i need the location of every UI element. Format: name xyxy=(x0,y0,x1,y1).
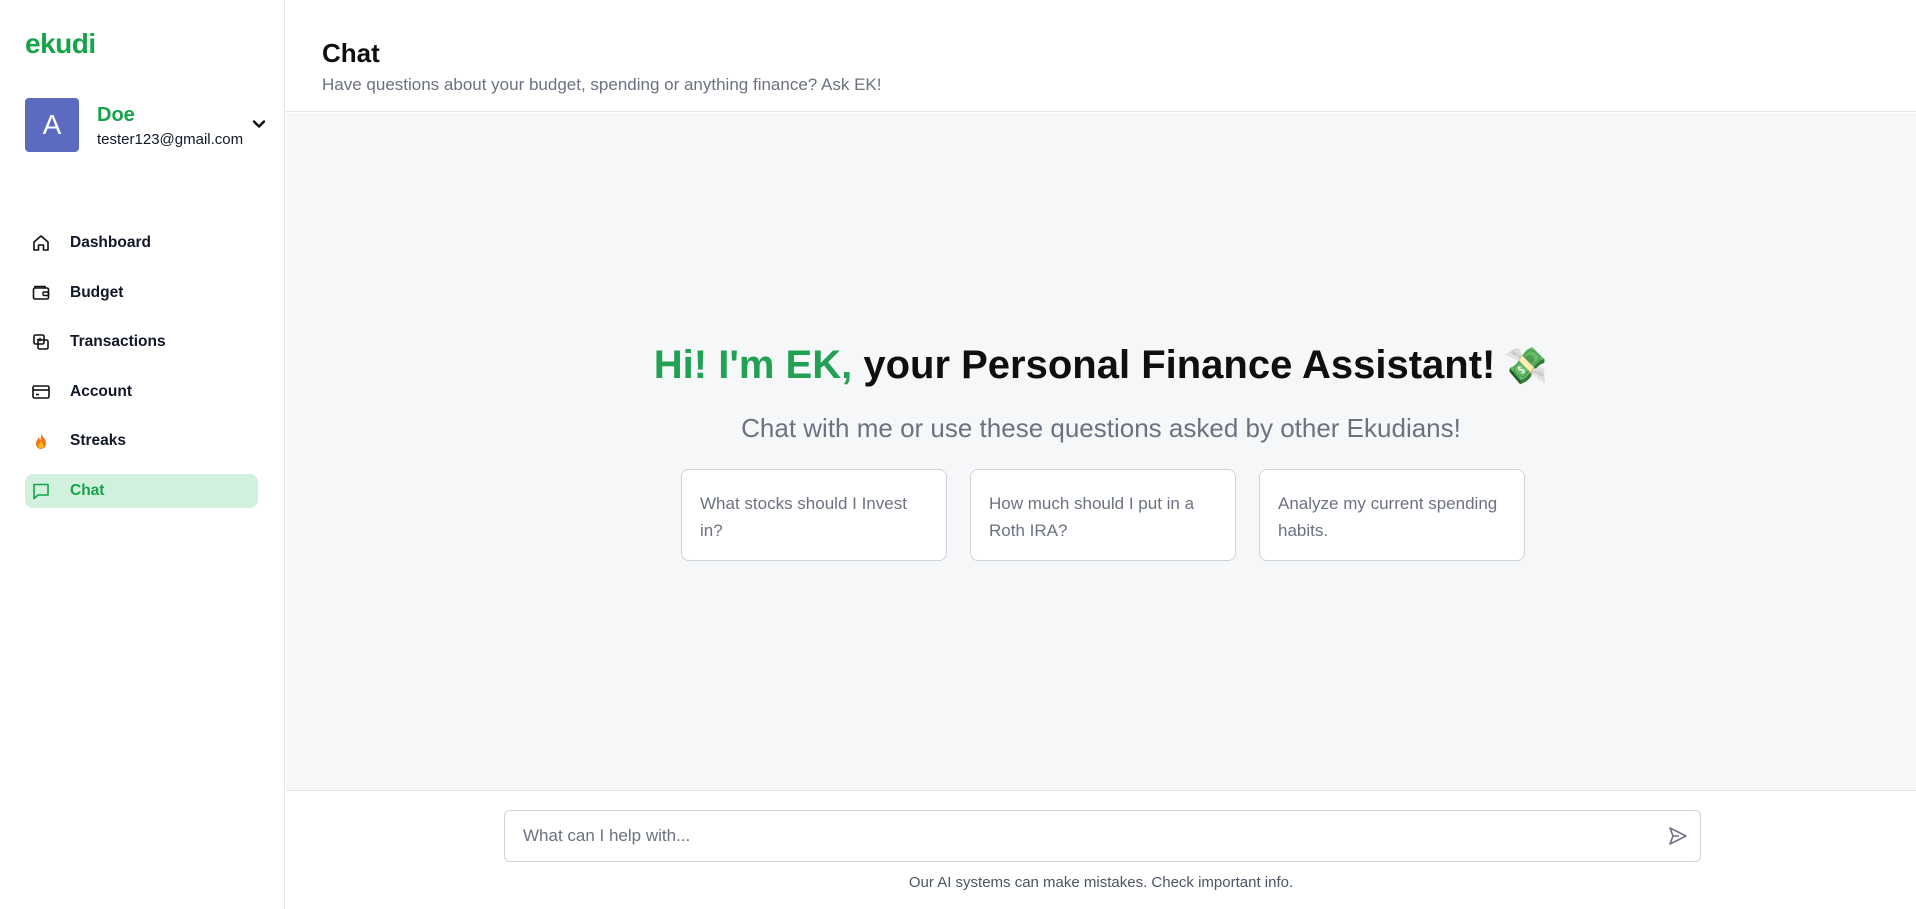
ai-disclaimer: Our AI systems can make mistakes. Check … xyxy=(908,874,1294,891)
send-icon[interactable] xyxy=(1666,824,1690,848)
wallet-icon xyxy=(30,282,52,304)
sidebar-item-streaks[interactable]: Streaks xyxy=(25,424,258,458)
money-wings-icon: 💸 xyxy=(1503,345,1549,386)
page-header: Chat Have questions about your budget, s… xyxy=(286,0,1916,112)
home-icon xyxy=(30,232,52,254)
chat-composer: Our AI systems can make mistakes. Check … xyxy=(286,792,1916,909)
suggestion-list: What stocks should I Invest in? How much… xyxy=(681,469,1526,561)
page-subtitle: Have questions about your budget, spendi… xyxy=(322,75,882,94)
sidebar-item-budget[interactable]: Budget xyxy=(25,276,258,310)
fire-icon xyxy=(30,430,52,452)
chat-welcome: Hi! I'm EK, your Personal Finance Assist… xyxy=(286,113,1916,791)
sidebar-item-label: Chat xyxy=(70,481,105,499)
chat-bubble-icon xyxy=(30,480,52,502)
sidebar-item-label: Budget xyxy=(70,283,124,301)
credit-card-icon xyxy=(30,381,52,403)
user-email: tester123@gmail.com xyxy=(97,131,244,148)
suggestion-card[interactable]: Analyze my current spending habits. xyxy=(1259,469,1525,561)
user-menu[interactable]: A Doe tester123@gmail.com xyxy=(25,98,270,154)
main-area: Chat Have questions about your budget, s… xyxy=(286,0,1916,909)
sidebar-item-transactions[interactable]: Transactions xyxy=(25,325,258,359)
suggestion-card[interactable]: What stocks should I Invest in? xyxy=(681,469,947,561)
hero-title-rest: your Personal Finance Assistant! xyxy=(852,343,1496,387)
sidebar-item-account[interactable]: Account xyxy=(25,375,258,409)
chevron-down-icon[interactable] xyxy=(251,116,267,132)
transfer-icon xyxy=(30,331,52,353)
avatar: A xyxy=(25,98,79,152)
sidebar-item-label: Transactions xyxy=(70,333,166,350)
hero-subtitle: Chat with me or use these questions aske… xyxy=(741,413,1461,443)
hero-greeting: Hi! I'm EK, xyxy=(653,343,853,387)
sidebar-item-label: Streaks xyxy=(70,432,127,449)
sidebar-item-label: Account xyxy=(70,382,132,400)
sidebar: ekudi A Doe tester123@gmail.com Dashboar… xyxy=(0,0,285,909)
suggestion-card[interactable]: How much should I put in a Roth IRA? xyxy=(970,469,1236,561)
page-title: Chat xyxy=(322,38,380,68)
user-name: Doe xyxy=(97,104,135,126)
sidebar-nav: Dashboard Budget Transactions Account St… xyxy=(25,226,258,523)
sidebar-item-dashboard[interactable]: Dashboard xyxy=(25,226,258,260)
chat-input-wrapper xyxy=(504,810,1701,862)
hero-title: Hi! I'm EK, your Personal Finance Assist… xyxy=(286,343,1916,388)
sidebar-item-chat[interactable]: Chat xyxy=(25,473,258,508)
sidebar-item-label: Dashboard xyxy=(70,234,151,251)
brand-logo[interactable]: ekudi xyxy=(25,28,96,60)
chat-input[interactable] xyxy=(505,811,1655,861)
